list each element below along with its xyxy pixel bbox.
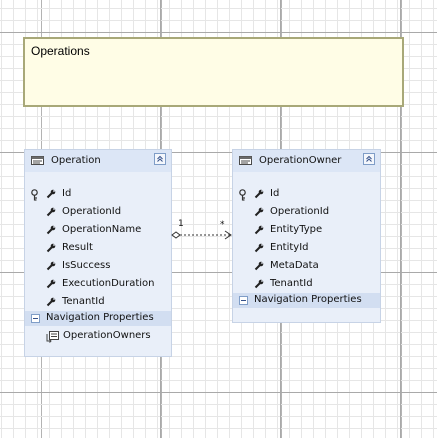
note-text: Operations	[31, 44, 90, 58]
aggregation-diamond-icon	[171, 231, 181, 239]
entity-header[interactable]: OperationOwner	[233, 150, 380, 172]
wrench-icon	[254, 225, 264, 235]
property-name: OperationId	[62, 206, 122, 217]
entity-operation-owner[interactable]: OperationOwner Id OperationId EntityType En…	[232, 149, 381, 323]
navigation-property-row[interactable]: OperationOwners	[25, 328, 171, 344]
property-name: IsSuccess	[62, 260, 111, 271]
collapse-minus-icon[interactable]	[239, 296, 248, 305]
property-row[interactable]: OperationId	[233, 204, 380, 220]
property-row[interactable]: ExecutionDuration	[25, 276, 171, 292]
property-name: Result	[62, 242, 93, 253]
wrench-icon	[46, 207, 56, 217]
entity-operation[interactable]: Operation Id OperationId OperationName Resu…	[24, 149, 172, 357]
wrench-icon	[254, 207, 264, 217]
property-row[interactable]: Id	[233, 186, 380, 202]
property-name: ExecutionDuration	[62, 278, 155, 289]
property-row[interactable]: Id	[25, 186, 171, 202]
comment-note[interactable]: Operations	[23, 37, 404, 107]
arrowhead-icon	[224, 230, 232, 240]
property-name: EntityId	[270, 242, 309, 253]
property-row[interactable]: EntityType	[233, 222, 380, 238]
wrench-icon	[254, 279, 264, 289]
navigation-property-icon	[46, 331, 59, 343]
collapse-chevron-icon[interactable]	[154, 153, 166, 165]
key-icon	[239, 189, 246, 201]
wrench-icon	[254, 261, 264, 271]
wrench-icon	[254, 243, 264, 253]
property-name: Id	[62, 188, 72, 199]
property-name: MetaData	[270, 260, 319, 271]
target-multiplicity: *	[220, 220, 225, 230]
wrench-icon	[254, 189, 264, 199]
wrench-icon	[46, 279, 56, 289]
navigation-properties-label: Navigation Properties	[46, 312, 154, 323]
wrench-icon	[46, 225, 56, 235]
property-name: Id	[270, 188, 280, 199]
navigation-properties-header[interactable]: Navigation Properties	[233, 293, 380, 308]
property-name: OperationName	[62, 224, 142, 235]
property-row[interactable]: TenantId	[233, 276, 380, 292]
navigation-properties-label: Navigation Properties	[254, 294, 362, 305]
property-row[interactable]: IsSuccess	[25, 258, 171, 274]
property-row[interactable]: OperationId	[25, 204, 171, 220]
collapse-chevron-icon[interactable]	[363, 153, 375, 165]
collapse-minus-icon[interactable]	[31, 314, 40, 323]
grid-line	[0, 392, 437, 393]
property-row[interactable]: EntityId	[233, 240, 380, 256]
entity-title: Operation	[51, 155, 101, 166]
entity-title: OperationOwner	[259, 155, 342, 166]
property-name: EntityType	[270, 224, 323, 235]
entity-header[interactable]: Operation	[25, 150, 171, 172]
grid-line	[0, 32, 437, 33]
wrench-icon	[46, 261, 56, 271]
wrench-icon	[46, 189, 56, 199]
property-name: OperationId	[270, 206, 330, 217]
wrench-icon	[46, 297, 56, 307]
navigation-property-name: OperationOwners	[63, 330, 151, 341]
property-row[interactable]: MetaData	[233, 258, 380, 274]
property-row[interactable]: Result	[25, 240, 171, 256]
entity-icon	[239, 156, 252, 165]
key-icon	[31, 189, 38, 201]
property-row[interactable]: OperationName	[25, 222, 171, 238]
navigation-properties-header[interactable]: Navigation Properties	[25, 311, 171, 326]
entity-icon	[31, 156, 44, 165]
property-name: TenantId	[62, 296, 105, 307]
property-name: TenantId	[270, 278, 313, 289]
source-multiplicity: 1	[178, 219, 184, 229]
property-row[interactable]: TenantId	[25, 294, 171, 310]
wrench-icon	[46, 243, 56, 253]
